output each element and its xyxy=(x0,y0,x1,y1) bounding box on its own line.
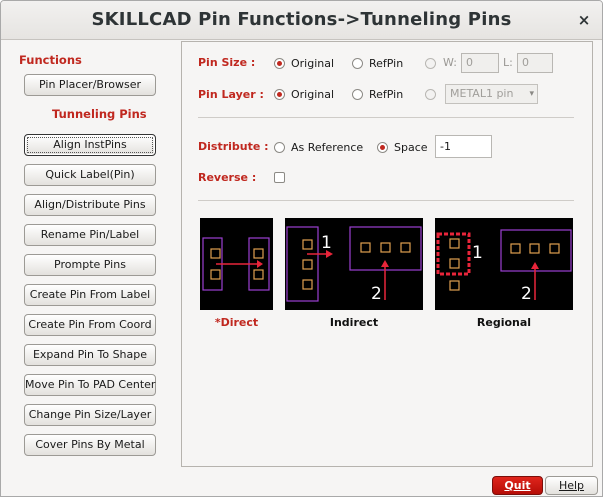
svg-text:1: 1 xyxy=(321,233,332,253)
pin-size-refpin-radio[interactable] xyxy=(352,58,363,69)
prompte-pins-button[interactable]: Prompte Pins xyxy=(24,254,156,276)
change-pin-size-button[interactable]: Change Pin Size/Layer xyxy=(24,404,156,426)
distribute-space-label: Space xyxy=(394,141,428,154)
direct-diagram[interactable] xyxy=(200,218,273,310)
main-window: SKILLCAD Pin Functions->Tunneling Pins ×… xyxy=(0,0,603,497)
align-distribute-button[interactable]: Align/Distribute Pins xyxy=(24,194,156,216)
arrow-icon xyxy=(381,260,389,267)
pin-size-w-label: W: xyxy=(443,56,457,69)
window-title: SKILLCAD Pin Functions->Tunneling Pins xyxy=(91,9,512,30)
arrow-icon xyxy=(531,262,539,269)
pin-size-l-label: L: xyxy=(503,56,513,69)
pin-layer-custom-radio[interactable] xyxy=(425,89,436,100)
pin-size-original-radio[interactable] xyxy=(274,58,285,69)
pin-layer-select-value: METAL1 pin xyxy=(450,87,514,100)
pin-layer-label: Pin Layer : xyxy=(198,88,264,101)
svg-text:2: 2 xyxy=(371,284,382,304)
functions-label: Functions xyxy=(19,53,82,67)
rename-pin-button[interactable]: Rename Pin/Label xyxy=(24,224,156,246)
distribute-space-radio[interactable] xyxy=(377,142,388,153)
direct-caption[interactable]: *Direct xyxy=(200,316,273,329)
pin-layer-original-radio[interactable] xyxy=(274,89,285,100)
tunneling-pins-label: Tunneling Pins xyxy=(52,107,147,121)
direct-diagram-graphic xyxy=(202,237,270,291)
regional-caption[interactable]: Regional xyxy=(435,316,573,329)
options-panel: Pin Size : Original RefPin W: 0 L: 0 Pin… xyxy=(181,41,593,467)
indirect-diagram-graphic: 1 2 xyxy=(286,226,422,304)
pin-layer-select[interactable]: METAL1 pin ▾ xyxy=(445,84,538,104)
title-bar: SKILLCAD Pin Functions->Tunneling Pins × xyxy=(1,1,602,40)
chevron-down-icon: ▾ xyxy=(529,89,534,99)
close-icon[interactable]: × xyxy=(574,10,594,30)
pin-placer-button[interactable]: Pin Placer/Browser xyxy=(24,74,156,96)
svg-text:1: 1 xyxy=(472,243,483,263)
indirect-caption[interactable]: Indirect xyxy=(285,316,423,329)
regional-diagram-graphic: 1 2 xyxy=(436,229,572,304)
move-pin-to-pad-button[interactable]: Move Pin To PAD Center xyxy=(24,374,156,396)
regional-diagram[interactable]: 1 2 xyxy=(435,218,573,310)
help-button[interactable]: Help xyxy=(545,476,598,495)
divider xyxy=(198,117,574,118)
pin-layer-original-label: Original xyxy=(291,88,335,101)
distribute-reference-label: As Reference xyxy=(291,141,364,154)
quit-button[interactable]: Quit xyxy=(492,476,543,495)
pin-size-original-label: Original xyxy=(291,57,335,70)
indirect-diagram[interactable]: 1 2 xyxy=(285,218,423,310)
pin-layer-refpin-label: RefPin xyxy=(369,88,404,101)
cover-pins-button[interactable]: Cover Pins By Metal xyxy=(24,434,156,456)
quick-label-button[interactable]: Quick Label(Pin) xyxy=(24,164,156,186)
create-pin-from-label-button[interactable]: Create Pin From Label xyxy=(24,284,156,306)
pin-size-custom-radio[interactable] xyxy=(425,58,436,69)
pin-size-label: Pin Size : xyxy=(198,56,256,69)
pin-size-refpin-label: RefPin xyxy=(369,57,404,70)
pin-size-w-field[interactable]: 0 xyxy=(461,53,499,73)
reverse-checkbox[interactable] xyxy=(274,172,285,183)
distribute-reference-radio[interactable] xyxy=(274,142,285,153)
pin-size-l-field[interactable]: 0 xyxy=(517,53,553,73)
arrow-icon xyxy=(257,260,263,268)
pin-layer-refpin-radio[interactable] xyxy=(352,89,363,100)
align-instpins-button[interactable]: Align InstPins xyxy=(24,134,156,156)
expand-pin-to-shape-button[interactable]: Expand Pin To Shape xyxy=(24,344,156,366)
functions-sidebar: Functions Pin Placer/Browser Tunneling P… xyxy=(1,40,177,465)
divider xyxy=(198,200,574,201)
distribute-space-field[interactable]: -1 xyxy=(435,135,492,158)
svg-text:2: 2 xyxy=(521,284,532,304)
distribute-label: Distribute : xyxy=(198,140,269,153)
create-pin-from-coord-button[interactable]: Create Pin From Coord xyxy=(24,314,156,336)
reverse-label: Reverse : xyxy=(198,171,257,184)
